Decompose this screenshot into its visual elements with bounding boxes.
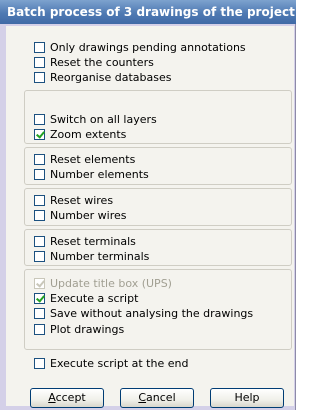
checkbox-checked[interactable] <box>34 292 45 304</box>
dialog-title: Batch process of 3 drawings of the proje… <box>0 0 296 24</box>
checkbox[interactable] <box>34 357 45 369</box>
option-reset-terminals[interactable]: Reset terminals <box>34 234 136 248</box>
option-label: Execute a script <box>50 291 139 305</box>
option-zoom-extents[interactable]: Zoom extents <box>34 127 126 141</box>
option-number-elements[interactable]: Number elements <box>34 167 149 181</box>
option-reset-counters[interactable]: Reset the counters <box>34 55 154 69</box>
option-label: Reset elements <box>50 152 136 166</box>
accept-mnemonic: A <box>48 391 56 404</box>
option-number-terminals[interactable]: Number terminals <box>34 249 149 263</box>
checkbox[interactable] <box>34 307 45 319</box>
accept-label: ccept <box>55 391 86 404</box>
option-plot-drawings[interactable]: Plot drawings <box>34 322 124 336</box>
cancel-mnemonic: C <box>138 391 147 404</box>
option-execute-script[interactable]: Execute a script <box>34 291 138 305</box>
option-update-title-box: Update title box (UPS) <box>34 276 172 290</box>
checkbox-disabled <box>34 277 45 289</box>
option-number-wires[interactable]: Number wires <box>34 208 127 222</box>
option-label: Reorganise databases <box>50 70 172 84</box>
cancel-label: ancel <box>146 391 176 404</box>
option-label: Only drawings pending annotations <box>50 40 246 54</box>
option-reorganise-databases[interactable]: Reorganise databases <box>34 70 171 84</box>
option-save-without-analysing[interactable]: Save without analysing the drawings <box>34 306 253 320</box>
checkbox[interactable] <box>34 113 45 125</box>
checkbox[interactable] <box>34 41 45 53</box>
option-label: Zoom extents <box>50 127 127 141</box>
option-label: Update title box (UPS) <box>50 276 172 290</box>
option-label: Plot drawings <box>50 322 125 336</box>
checkbox[interactable] <box>34 235 45 247</box>
checkbox[interactable] <box>34 168 45 180</box>
option-label: Number wires <box>50 208 127 222</box>
option-reset-wires[interactable]: Reset wires <box>34 193 113 207</box>
accept-button[interactable]: Accept <box>30 388 104 408</box>
checkbox[interactable] <box>34 71 45 83</box>
option-label: Reset terminals <box>50 234 136 248</box>
cancel-button[interactable]: Cancel <box>120 388 194 408</box>
help-button[interactable]: Help <box>210 388 284 408</box>
option-label: Switch on all layers <box>50 112 157 126</box>
checkbox[interactable] <box>34 250 45 262</box>
dialog-client-area: Only drawings pending annotations Reset … <box>6 26 294 406</box>
option-label: Execute script at the end <box>50 356 189 370</box>
option-execute-script-at-end[interactable]: Execute script at the end <box>34 356 188 370</box>
option-label: Number elements <box>50 167 149 181</box>
option-only-pending[interactable]: Only drawings pending annotations <box>34 40 246 54</box>
option-switch-on-layers[interactable]: Switch on all layers <box>34 112 157 126</box>
checkbox[interactable] <box>34 153 45 165</box>
checkbox[interactable] <box>34 56 45 68</box>
option-label: Number terminals <box>50 249 150 263</box>
option-reset-elements[interactable]: Reset elements <box>34 152 135 166</box>
checkbox-checked[interactable] <box>34 128 45 140</box>
option-label: Save without analysing the drawings <box>50 306 254 320</box>
checkbox[interactable] <box>34 323 45 335</box>
option-label: Reset the counters <box>50 55 154 69</box>
batch-process-dialog: Batch process of 3 drawings of the proje… <box>0 0 296 410</box>
checkbox[interactable] <box>34 194 45 206</box>
option-label: Reset wires <box>50 193 114 207</box>
checkbox[interactable] <box>34 209 45 221</box>
